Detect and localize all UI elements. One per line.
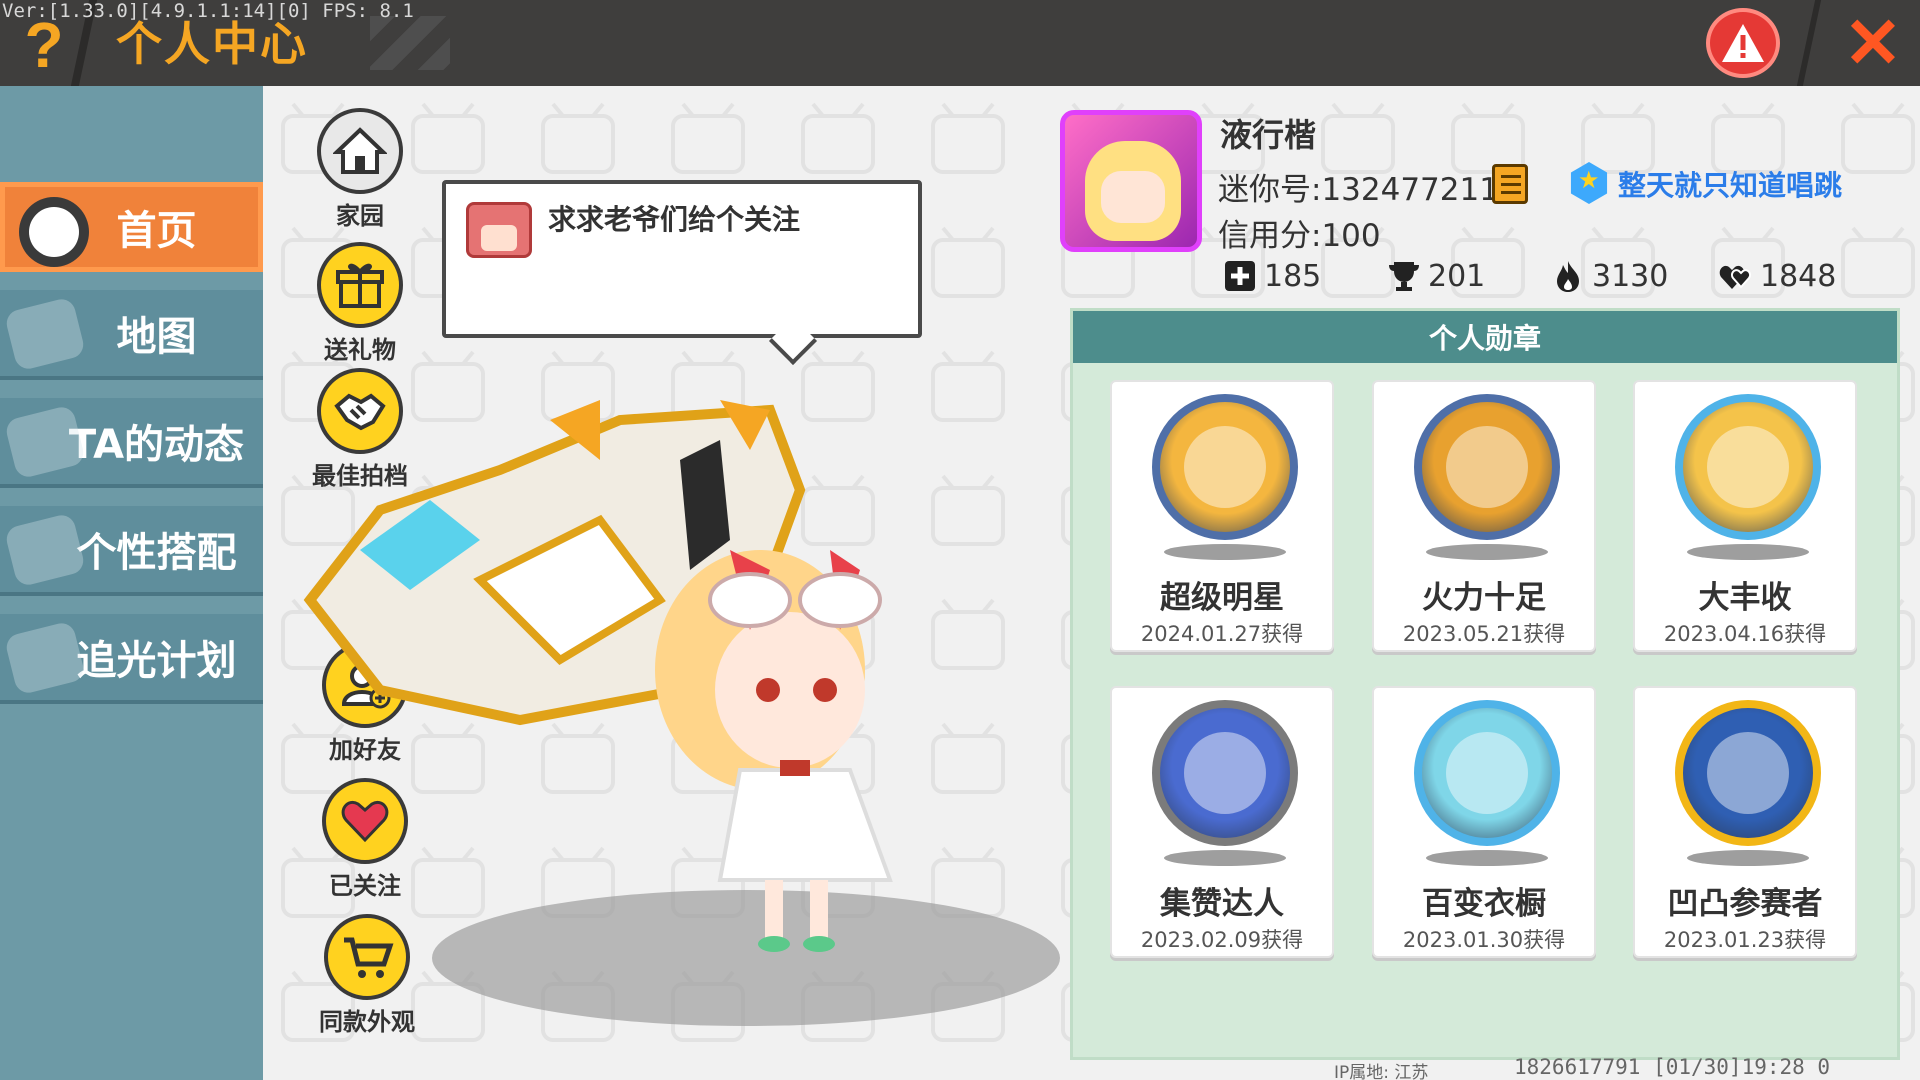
medal-base [1164,544,1286,560]
action-circle [317,108,403,194]
medal-name: 集赞达人 [1160,886,1284,922]
medal-base [1687,850,1809,866]
divider [1796,0,1822,86]
action-label: 同款外观 [319,1008,415,1036]
medal-name: 大丰收 [1698,580,1792,616]
send-gift-button[interactable]: 送礼物 [305,242,415,365]
medal-card[interactable]: 火力十足 2023.05.21获得 [1372,380,1596,652]
medal-icon [1152,700,1298,846]
credit-score: 信用分:100 [1218,218,1381,254]
medal-card[interactable]: 凹凸参赛者 2023.01.23获得 [1633,686,1857,958]
medal-card[interactable]: 超级明星 2024.01.27获得 [1110,380,1334,652]
medal-date: 2023.01.23获得 [1663,928,1827,952]
heart-icon [341,801,389,843]
medal-icon [1675,700,1821,846]
plan-icon [3,620,87,696]
trophy-icon [1386,258,1422,294]
action-label: 已关注 [329,872,401,900]
stat-value: 3130 [1592,258,1669,294]
sidebar-item-home[interactable]: 首页 [0,182,263,272]
debug-footer: 1826617791 [01/30]19:28 0 [58]1.33.0 [1514,1055,1831,1080]
medal-panel-title: 个人勋章 [1073,311,1897,363]
stat-value: 1848 [1760,258,1837,294]
sidebar-item-outfit[interactable]: 个性搭配 [0,506,263,596]
player-name: 液行楷 [1220,116,1317,154]
medal-base [1426,850,1548,866]
signature-text[interactable]: 整天就只知道唱跳 [1618,164,1842,204]
mini-id: 迷你号:1324772115 [1218,172,1519,208]
player-character-image [655,550,893,952]
home-garden-button[interactable]: 家园 [305,108,415,231]
following-button[interactable]: 已关注 [310,778,420,901]
action-label: 家园 [336,202,384,230]
toggle-icon [19,197,89,267]
copy-icon[interactable] [1492,164,1528,204]
outfit-icon [3,512,87,588]
medal-date: 2023.01.30获得 [1402,928,1566,952]
sidebar: 首页 地图 TA的动态 个性搭配 追光计划 [0,86,263,1080]
avatar[interactable] [1060,110,1202,252]
sidebar-item-label: 追光计划 [76,638,237,684]
stat-item: 185 [1222,258,1321,294]
sidebar-item-label: 首页 [116,208,197,254]
ip-location: IP属地: 江苏 [1334,1063,1429,1080]
action-circle [322,778,408,864]
action-label: 加好友 [329,736,401,764]
close-button[interactable]: ✕ [1840,8,1906,78]
double-heart-icon [1718,258,1754,294]
house-icon [333,127,387,174]
map-icon [3,296,87,372]
medal-icon [1414,700,1560,846]
action-circle [324,914,410,1000]
medal-name: 火力十足 [1422,580,1546,616]
medal-icon [1152,394,1298,540]
medal-date: 2024.01.27获得 [1140,622,1304,646]
plus-box-icon [1222,258,1258,294]
gift-icon [336,263,384,308]
action-label: 送礼物 [324,336,396,364]
medal-icon [1414,394,1560,540]
debug-version: Ver:[1.33.0][4.9.1.1:14][0] FPS: 8.1 [2,0,414,22]
same-look-button[interactable]: 同款外观 [312,914,422,1037]
close-x-icon: ✕ [1843,4,1903,82]
stat-value: 201 [1428,258,1486,294]
medal-card[interactable]: 百变衣橱 2023.01.30获得 [1372,686,1596,958]
action-circle [317,242,403,328]
warning-icon [1722,24,1764,62]
sidebar-item-map[interactable]: 地图 [0,290,263,380]
medal-name: 凹凸参赛者 [1667,886,1823,922]
medal-date: 2023.04.16获得 [1663,622,1827,646]
medal-card[interactable]: 集赞达人 2023.02.09获得 [1110,686,1334,958]
stat-item: 3130 [1550,258,1668,294]
speech-bubble: 求求老爷们给个关注 [442,180,922,338]
bubble-message: 求求老爷们给个关注 [548,203,801,236]
medal-icon [1675,394,1821,540]
top-bar: ? 个人中心 ✕ Ver:[1.33.0][4.9.1.1:14][0] FPS… [0,0,1920,86]
medal-base [1164,850,1286,866]
mini-avatar-icon [466,202,532,258]
decor-stripe [370,16,450,70]
sidebar-item-plan[interactable]: 追光计划 [0,614,263,704]
sidebar-item-label: TA的动态 [68,422,245,468]
medal-base [1687,544,1809,560]
medal-date: 2023.02.09获得 [1140,928,1304,952]
cart-icon [344,937,394,978]
sidebar-item-activity[interactable]: TA的动态 [0,398,263,488]
report-button[interactable] [1706,8,1780,78]
stat-item: 201 [1386,258,1485,294]
medal-name: 超级明星 [1160,580,1284,616]
stat-item: 1848 [1718,258,1836,294]
medal-card[interactable]: 大丰收 2023.04.16获得 [1633,380,1857,652]
medal-name: 百变衣橱 [1422,886,1546,922]
sidebar-item-label: 个性搭配 [76,530,237,576]
stat-value: 185 [1264,258,1322,294]
flame-icon [1550,258,1586,294]
sidebar-item-label: 地图 [116,314,197,360]
medal-date: 2023.05.21获得 [1402,622,1566,646]
medal-base [1426,544,1548,560]
